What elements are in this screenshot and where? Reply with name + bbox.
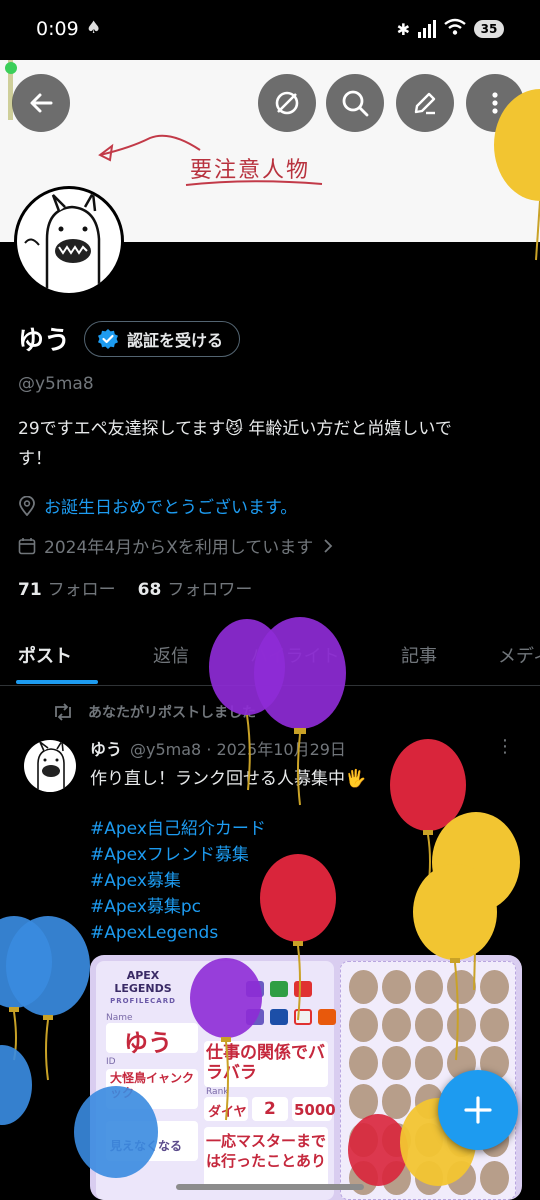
- status-bar: 0:09 ♠ ✱ 35: [0, 0, 540, 60]
- post-header: ゆう @y5ma8 · 2025年10月29日: [90, 736, 346, 760]
- followers-count: 68: [137, 580, 162, 600]
- following-link[interactable]: 71 フォロー: [18, 575, 116, 600]
- edit-icon: [414, 92, 436, 115]
- profile-bio: 29ですエペ友達探してます😼 年齢近い方だと尚嬉しいで す！: [18, 414, 528, 474]
- chevron-right-icon: [324, 538, 333, 553]
- card-comment-value: 仕事の関係でバラバラ: [206, 1043, 325, 1083]
- search-button[interactable]: [326, 74, 384, 132]
- post-author-name[interactable]: ゆう: [90, 736, 122, 760]
- bio-line-1: 29ですエペ友達探してます😼 年齢近い方だと尚嬉しいで: [18, 419, 452, 439]
- get-verified-label: 認証を受ける: [127, 330, 224, 350]
- back-arrow-icon: [30, 93, 53, 113]
- platform-switch-icon: [294, 981, 312, 997]
- platform-origin-icon: [318, 1009, 336, 1025]
- home-indicator[interactable]: [176, 1184, 364, 1190]
- hashtag-link[interactable]: #Apex自己紹介カード: [90, 816, 266, 842]
- wifi-icon: [444, 18, 466, 40]
- hashtag-link[interactable]: #ApexLegends: [90, 920, 266, 946]
- platform-steam-icon: [246, 1009, 264, 1025]
- post-author-avatar[interactable]: [24, 740, 76, 792]
- hide-icon: [275, 91, 299, 115]
- platform-discord-icon: [294, 1009, 312, 1025]
- location-text[interactable]: お誕生日おめでとうございます。: [44, 493, 297, 518]
- get-verified-button[interactable]: 認証を受ける: [84, 320, 241, 357]
- profile-card-info: APEX LEGENDS PROFILECARD Name ゆう ID 大怪鳥イ…: [96, 961, 336, 1200]
- compose-plus-icon: [464, 1096, 492, 1124]
- repost-icon: [55, 703, 71, 721]
- tab-posts[interactable]: ポスト: [18, 642, 72, 668]
- platform-pc-icon: [246, 981, 264, 997]
- joined-text: 2024年4月からXを利用しています: [44, 538, 314, 558]
- apex-logo-line2: LEGENDS: [114, 982, 172, 995]
- banner-note-text: 要注意人物: [190, 158, 311, 183]
- search-icon: [342, 90, 369, 117]
- status-time: 0:09: [36, 18, 79, 40]
- bio-line-2: す！: [18, 449, 52, 469]
- avatar-drawing: [24, 189, 101, 289]
- back-button[interactable]: [12, 74, 70, 132]
- profile-name: ゆう: [18, 326, 71, 356]
- post-hashtags: #Apex自己紹介カード #Apexフレンド募集 #Apex募集 #Apex募集…: [90, 816, 266, 946]
- location-icon: [19, 495, 35, 516]
- platform-xbox-icon: [270, 981, 288, 997]
- profile-avatar[interactable]: [14, 186, 124, 296]
- profile-location: お誕生日おめでとうございます。: [18, 493, 297, 518]
- followers-label: フォロワー: [167, 580, 253, 600]
- bluetooth-icon: ✱: [396, 19, 410, 39]
- hashtag-link[interactable]: #Apexフレンド募集: [90, 842, 266, 868]
- hide-button[interactable]: [258, 74, 316, 132]
- platform-ps-icon: [270, 1009, 288, 1025]
- hashtag-link[interactable]: #Apex募集: [90, 868, 266, 894]
- card-rank-value: ダイヤ: [208, 1105, 247, 1120]
- card-name-label: Name: [106, 1013, 133, 1023]
- apex-logo-line1: APEX: [126, 969, 160, 982]
- profile-handle: @y5ma8: [18, 374, 94, 394]
- tab-media[interactable]: メディ: [498, 642, 540, 668]
- more-vertical-icon: [492, 92, 498, 114]
- verified-badge-icon: [98, 328, 119, 349]
- profile-tabs: ポスト 返信 ハイライト 記事 メディ: [0, 630, 540, 686]
- card-note-value: 一応マスターまでは行ったことあり: [206, 1132, 327, 1170]
- balloon-red: [390, 739, 466, 891]
- repost-indicator: あなたがリポストしました: [52, 702, 256, 722]
- profile-joined[interactable]: 2024年4月からXを利用しています: [18, 533, 335, 558]
- more-button[interactable]: [466, 74, 524, 132]
- card-kills-value: 5000: [294, 1101, 336, 1119]
- following-count: 71: [18, 580, 42, 600]
- followers-link[interactable]: 68 フォロワー: [138, 575, 253, 600]
- tab-replies[interactable]: 返信: [153, 642, 189, 668]
- signal-icon: [418, 20, 436, 38]
- balloon-blue: [6, 916, 90, 1081]
- post-more-button[interactable]: ⋮: [496, 736, 514, 757]
- calendar-icon: [18, 537, 36, 554]
- following-label: フォロー: [47, 580, 116, 600]
- card-id-value: 大怪鳥イャンクック: [110, 1071, 195, 1100]
- balloon-blue: [0, 916, 52, 1061]
- tab-highlights[interactable]: ハイライト: [250, 642, 340, 668]
- edit-button[interactable]: [396, 74, 454, 132]
- apex-logo: APEX LEGENDS PROFILECARD: [102, 969, 184, 1008]
- active-tab-indicator: [16, 680, 98, 684]
- repost-text: あなたがリポストしました: [88, 705, 256, 721]
- compose-post-button[interactable]: [438, 1070, 518, 1150]
- status-right: ✱ 35: [397, 16, 504, 42]
- follow-stats: 71 フォロー 68 フォロワー: [18, 575, 252, 600]
- notification-icon: ♠: [86, 18, 102, 38]
- card-name-value: ゆう: [124, 1029, 172, 1057]
- balloon-blue: [0, 1045, 32, 1125]
- card-id-label: ID: [106, 1057, 116, 1067]
- tab-articles[interactable]: 記事: [401, 642, 437, 668]
- apex-logo-sub: PROFILECARD: [110, 997, 176, 1005]
- post-avatar-drawing: [37, 740, 65, 792]
- post-meta: @y5ma8 · 2025年10月29日: [130, 740, 346, 759]
- profile-name-row: ゆう 認証を受ける: [18, 320, 241, 357]
- card-level-value: 2: [264, 1099, 276, 1119]
- card-rank-label: Rank: [206, 1087, 229, 1097]
- post-text: 作り直し！ランク回せる人募集中🖐: [90, 769, 367, 789]
- battery-icon: 35: [474, 20, 504, 38]
- card-misc-value: 見えなくなる: [110, 1139, 183, 1153]
- hashtag-link[interactable]: #Apex募集pc: [90, 894, 266, 920]
